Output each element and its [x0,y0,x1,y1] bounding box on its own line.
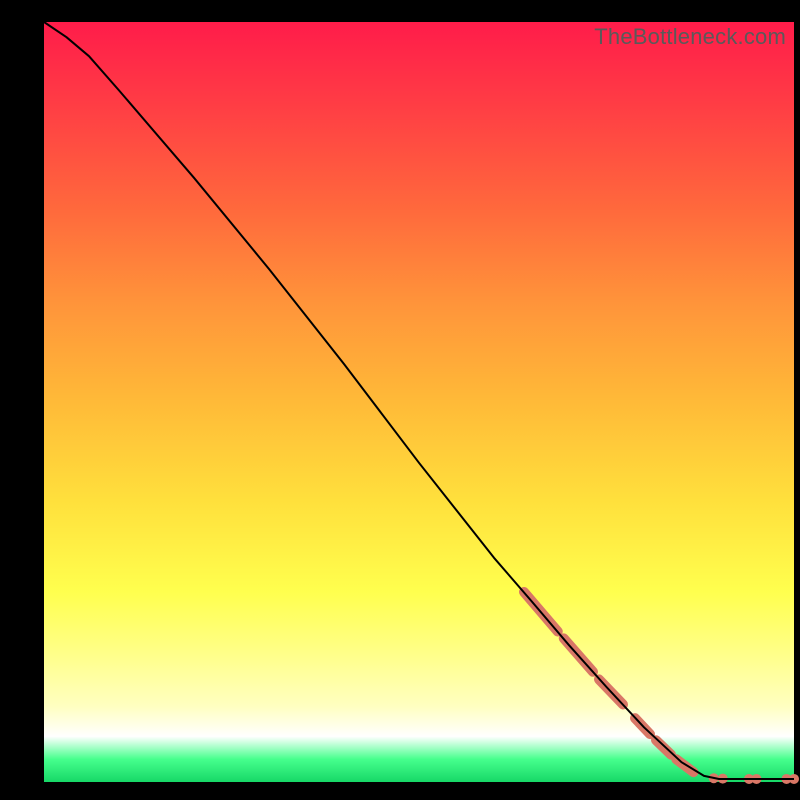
curve-marker-segment [656,740,671,754]
curve-marker-segment [676,759,693,772]
chart-svg [44,22,794,782]
curve-line [44,22,794,779]
chart-container: TheBottleneck.com [0,0,800,800]
plot-area: TheBottleneck.com [44,22,794,782]
marker-layer [524,592,799,784]
